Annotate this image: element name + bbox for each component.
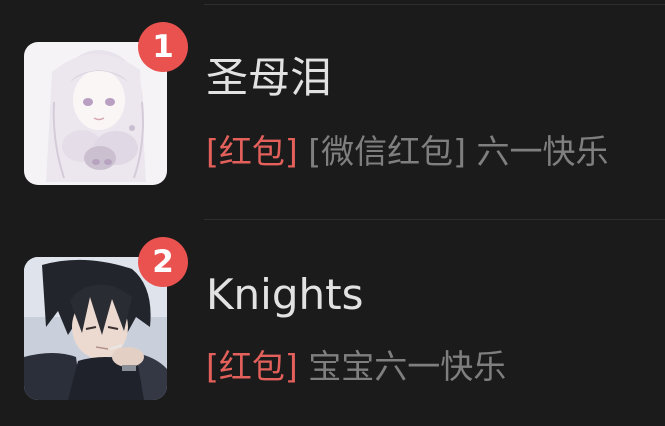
chat-row-2[interactable]: 2 Knights [红包] 宝宝六一快乐	[0, 221, 665, 426]
message-preview-text: 宝宝六一快乐	[297, 347, 507, 386]
chat-list: 1 圣母泪 [红包] [微信红包] 六一快乐 2 Knights [红包] 宝宝…	[0, 0, 665, 426]
unread-badge: 1	[138, 22, 188, 72]
message-preview-text: [微信红包] 六一快乐	[297, 132, 609, 171]
divider	[204, 219, 665, 220]
divider	[204, 4, 665, 5]
chat-name: Knights	[206, 270, 364, 319]
red-packet-tag: [红包]	[206, 347, 298, 386]
red-packet-tag: [红包]	[206, 132, 298, 171]
unread-badge: 2	[138, 237, 188, 287]
chat-name: 圣母泪	[206, 53, 333, 102]
chat-row-1[interactable]: 1 圣母泪 [红包] [微信红包] 六一快乐	[0, 6, 665, 216]
message-preview: [红包] 宝宝六一快乐	[206, 345, 506, 389]
message-preview: [红包] [微信红包] 六一快乐	[206, 130, 608, 174]
